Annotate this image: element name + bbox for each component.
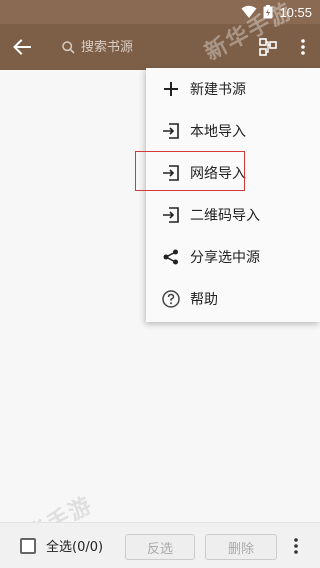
back-button[interactable]	[0, 24, 44, 70]
screen: 10:55 新华手	[0, 0, 320, 568]
search-bar[interactable]	[44, 39, 252, 55]
help-icon	[154, 290, 188, 308]
menu-item-label: 本地导入	[190, 124, 246, 140]
status-bar: 10:55	[0, 0, 320, 24]
menu-item-qrcode-import[interactable]: 二维码导入	[146, 194, 320, 236]
wifi-icon	[241, 5, 257, 19]
menu-item-network-import[interactable]: 网络导入	[146, 152, 320, 194]
search-icon	[62, 40, 75, 54]
menu-item-label: 新建书源	[190, 82, 246, 98]
more-vert-icon	[294, 538, 298, 554]
menu-item-label: 二维码导入	[190, 208, 260, 224]
menu-item-label: 网络导入	[190, 166, 246, 182]
more-options-button[interactable]	[286, 24, 320, 70]
arrow-left-icon	[13, 39, 32, 55]
plus-icon	[154, 82, 188, 96]
menu-item-help[interactable]: 帮助	[146, 278, 320, 320]
menu-item-label: 分享选中源	[190, 250, 260, 266]
select-all-checkbox[interactable]	[20, 537, 36, 554]
search-input[interactable]	[81, 39, 252, 55]
delete-button[interactable]: 删除	[205, 534, 277, 560]
menu-item-label: 帮助	[190, 292, 218, 308]
bottom-bar: 全选(0/0) 反选 删除	[0, 522, 320, 568]
invert-selection-button[interactable]: 反选	[125, 534, 195, 560]
menu-item-local-import[interactable]: 本地导入	[146, 110, 320, 152]
group-button[interactable]	[251, 24, 285, 70]
import-icon	[154, 207, 188, 223]
import-icon	[154, 123, 188, 139]
select-all-label: 全选(0/0)	[46, 540, 104, 555]
battery-icon	[263, 5, 273, 19]
group-icon	[259, 38, 278, 56]
menu-item-new-source[interactable]: 新建书源	[146, 68, 320, 110]
menu-item-share-selected[interactable]: 分享选中源	[146, 236, 320, 278]
status-time: 10:55	[279, 4, 312, 20]
import-icon	[154, 165, 188, 181]
more-vert-icon	[300, 39, 305, 55]
bottom-more-button[interactable]	[286, 533, 306, 559]
overflow-menu: 新建书源 本地导入 网络导入 二维码导入 分享选中源 帮助	[146, 68, 320, 322]
share-icon	[154, 249, 188, 265]
toolbar	[0, 24, 320, 70]
